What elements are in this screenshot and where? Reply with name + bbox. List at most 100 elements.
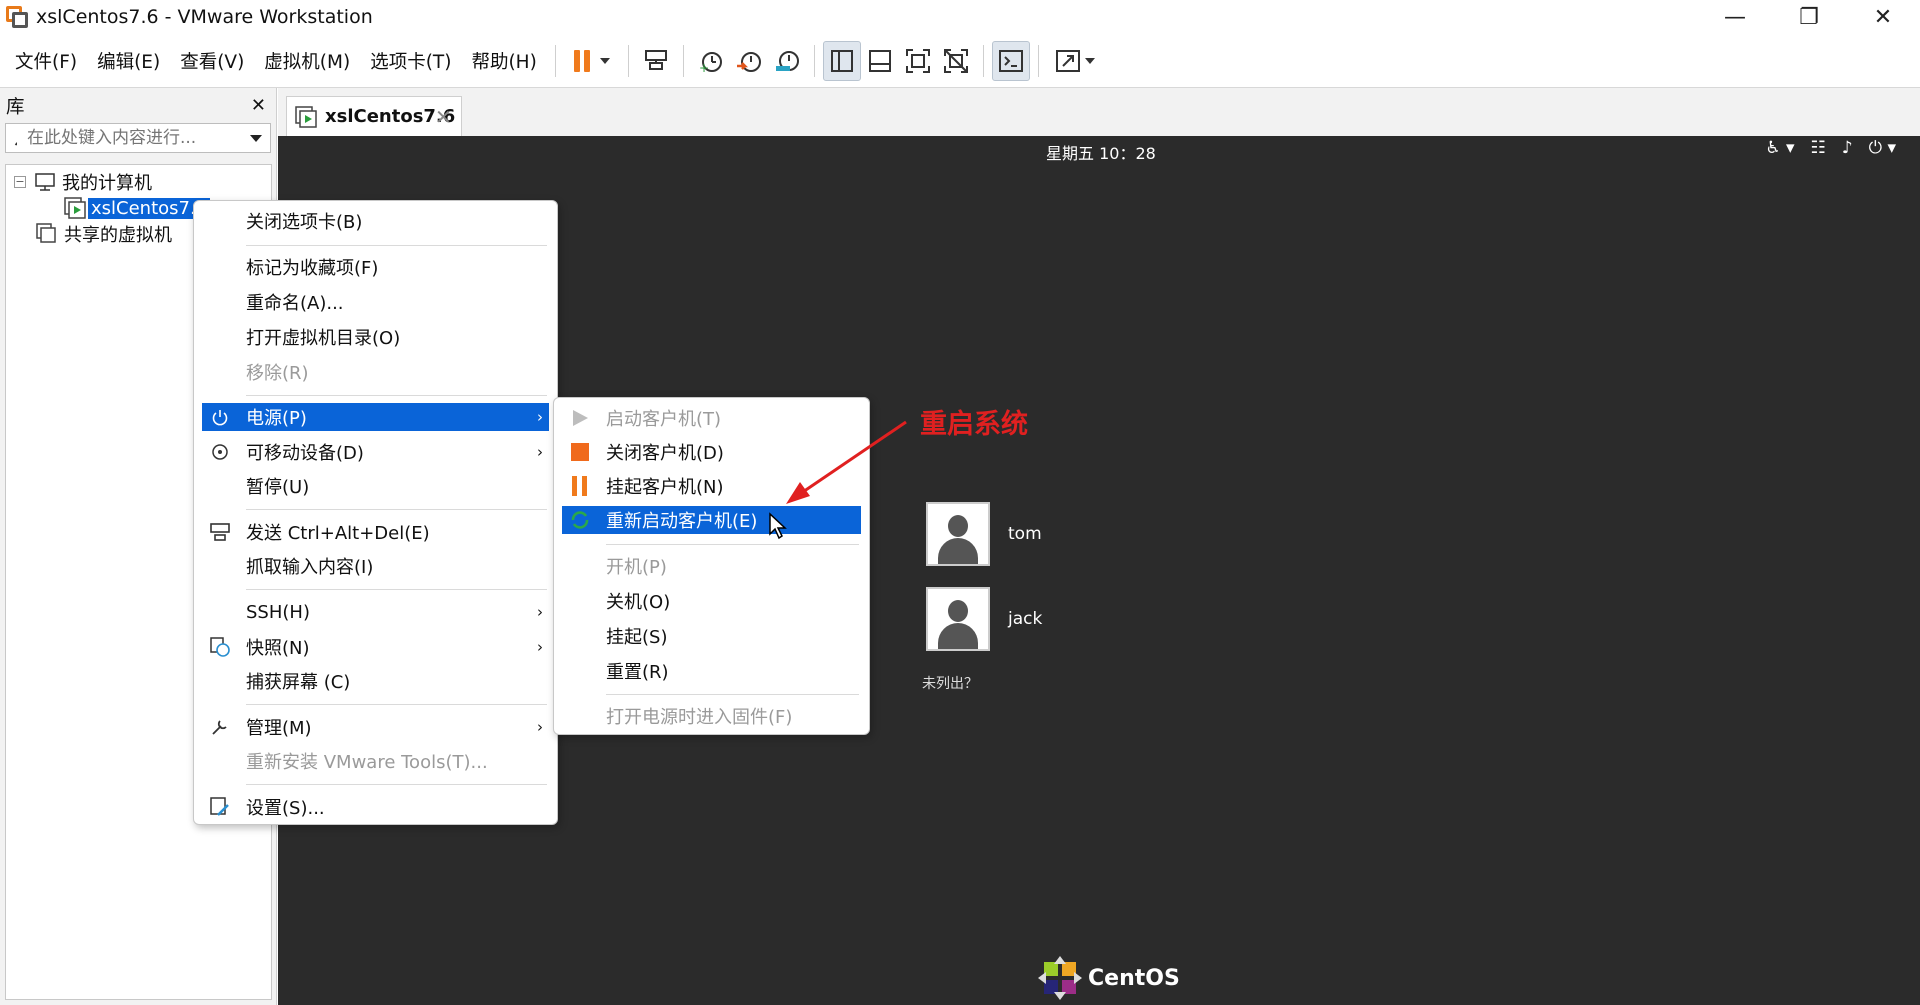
minimize-button[interactable]: — xyxy=(1698,0,1772,34)
not-listed-link[interactable]: 未列出？ xyxy=(922,673,978,693)
tab-strip: xslCentos7.6 ✕ xyxy=(278,88,1920,136)
pause-icon xyxy=(573,50,590,72)
library-search[interactable] xyxy=(5,123,271,153)
network-icon[interactable]: ☷ xyxy=(1811,138,1826,158)
menu-send-ctrl-alt-del[interactable]: 发送 Ctrl+Alt+Del(E) xyxy=(202,518,549,546)
pause-icon xyxy=(566,475,594,497)
search-icon xyxy=(14,141,17,146)
centos-logo: CentOS xyxy=(1038,956,1180,1000)
login-user-jack[interactable]: jack xyxy=(926,587,1042,651)
disc-icon xyxy=(206,443,234,461)
toolbar-separator xyxy=(554,45,556,77)
submenu-arrow-icon: › xyxy=(537,603,543,621)
menu-remove: 移除(R) xyxy=(246,363,309,384)
menu-tabs[interactable]: 选项卡(T) xyxy=(360,38,461,84)
computer-icon xyxy=(35,173,55,191)
menu-suspend[interactable]: 挂起(S) xyxy=(562,622,861,650)
show-library-icon xyxy=(830,50,853,72)
unity-button[interactable] xyxy=(937,41,975,81)
menu-pause[interactable]: 暂停(U) xyxy=(202,472,549,500)
send-ctrl-alt-del-button[interactable] xyxy=(637,41,675,81)
settings-icon xyxy=(206,796,234,818)
menu-open-vm-directory[interactable]: 打开虚拟机目录(O) xyxy=(202,323,549,351)
menu-view[interactable]: 查看(V) xyxy=(170,38,254,84)
stretch-button[interactable] xyxy=(1047,41,1103,81)
menu-close-tab[interactable]: 关闭选项卡(B) xyxy=(202,207,549,235)
maximize-button[interactable]: ❐ xyxy=(1772,0,1846,34)
avatar xyxy=(926,502,990,566)
accessibility-icon[interactable]: ♿ ▾ xyxy=(1765,138,1794,158)
send-ctrl-alt-del-icon xyxy=(206,522,234,542)
revert-snapshot-button[interactable] xyxy=(730,41,768,81)
submenu-arrow-icon: › xyxy=(537,718,543,736)
tree-label: 我的计算机 xyxy=(62,173,152,194)
thumbnail-icon xyxy=(868,50,891,72)
menu-reset[interactable]: 重置(R) xyxy=(562,657,861,685)
guest-clock: 星期五 10：28 xyxy=(1046,144,1156,163)
menu-file[interactable]: 文件(F) xyxy=(0,38,87,84)
menu-removable-devices[interactable]: 可移动设备(D) › xyxy=(202,438,549,466)
snapshot-manager-button[interactable] xyxy=(768,41,806,81)
chevron-down-icon[interactable] xyxy=(599,58,610,64)
menu-help[interactable]: 帮助(H) xyxy=(461,38,546,84)
submenu-arrow-icon: › xyxy=(537,638,543,656)
snapshot-manager-icon xyxy=(775,51,799,71)
collapse-toggle[interactable]: − xyxy=(14,176,26,188)
console-view-button[interactable] xyxy=(991,41,1030,81)
user-name: jack xyxy=(1008,609,1043,629)
centos-logo-icon xyxy=(1038,956,1082,1000)
menu-restart-guest[interactable]: 重新启动客户机(E) xyxy=(562,506,861,534)
menu-snapshot[interactable]: 快照(N) › xyxy=(202,633,549,661)
menu-capture-screen[interactable]: 捕获屏幕 (C) xyxy=(202,667,549,695)
chevron-down-icon[interactable] xyxy=(250,134,262,142)
user-name: tom xyxy=(1008,524,1042,544)
menu-rename[interactable]: 重命名(A)... xyxy=(202,288,549,316)
library-title: 库 xyxy=(6,96,25,118)
tree-node-vm[interactable]: xslCentos7.6 xyxy=(64,195,211,221)
stretch-icon xyxy=(1055,50,1080,72)
volume-icon[interactable]: ♪ xyxy=(1842,138,1853,158)
vm-running-icon xyxy=(64,197,86,219)
shared-vm-icon xyxy=(36,223,56,243)
play-icon xyxy=(566,408,594,428)
search-input[interactable] xyxy=(27,128,246,148)
annotation-arrow xyxy=(786,420,907,504)
menu-ssh[interactable]: SSH(H) › xyxy=(202,598,549,626)
menu-reinstall-vmware-tools: 重新安装 VMware Tools(T)... xyxy=(246,752,488,773)
annotation-label: 重启系统 xyxy=(920,409,1028,440)
menu-power-off[interactable]: 关机(O) xyxy=(562,587,861,615)
menu-power[interactable]: 电源(P) › xyxy=(202,403,549,431)
fullscreen-button[interactable] xyxy=(899,41,937,81)
thumbnail-bar-button[interactable] xyxy=(861,41,899,81)
vm-running-icon xyxy=(295,105,317,128)
menu-settings[interactable]: 设置(S)... xyxy=(202,793,549,821)
power-icon[interactable]: ⏻ ▾ xyxy=(1869,138,1896,158)
centos-brand-text: CentOS xyxy=(1088,965,1180,991)
tree-node-shared-vms[interactable]: 共享的虚拟机 xyxy=(36,221,172,247)
power-icon xyxy=(206,408,234,426)
menu-power-on: 开机(P) xyxy=(606,557,667,578)
title-bar: xslCentos7.6 - VMware Workstation — ❐ ✕ xyxy=(0,0,1920,34)
close-button[interactable]: ✕ xyxy=(1846,0,1920,34)
vmware-logo-icon xyxy=(6,6,28,28)
menu-edit[interactable]: 编辑(E) xyxy=(87,38,170,84)
menu-manage[interactable]: 管理(M) › xyxy=(202,713,549,741)
tree-node-my-computer[interactable]: − 我的计算机 xyxy=(14,169,152,195)
menu-mark-favorite[interactable]: 标记为收藏项(F) xyxy=(202,253,549,281)
submenu-arrow-icon: › xyxy=(537,443,543,461)
window-title: xslCentos7.6 - VMware Workstation xyxy=(36,6,373,28)
show-library-button[interactable] xyxy=(822,41,861,81)
menu-vm[interactable]: 虚拟机(M) xyxy=(254,38,360,84)
menu-grab-input[interactable]: 抓取输入内容(I) xyxy=(202,552,549,580)
console-icon xyxy=(998,50,1023,72)
revert-snapshot-icon xyxy=(736,52,761,72)
menu-power-on-to-firmware: 打开电源时进入固件(F) xyxy=(606,707,793,728)
pause-button[interactable] xyxy=(564,41,620,81)
snapshot-button[interactable]: + xyxy=(692,41,730,81)
snapshot-icon: + xyxy=(699,52,722,74)
chevron-down-icon[interactable] xyxy=(1084,58,1095,64)
login-user-tom[interactable]: tom xyxy=(926,502,1042,566)
tab-vm[interactable]: xslCentos7.6 ✕ xyxy=(286,96,462,136)
tab-close-icon[interactable]: ✕ xyxy=(435,105,452,129)
library-close-button[interactable]: ✕ xyxy=(251,95,266,116)
